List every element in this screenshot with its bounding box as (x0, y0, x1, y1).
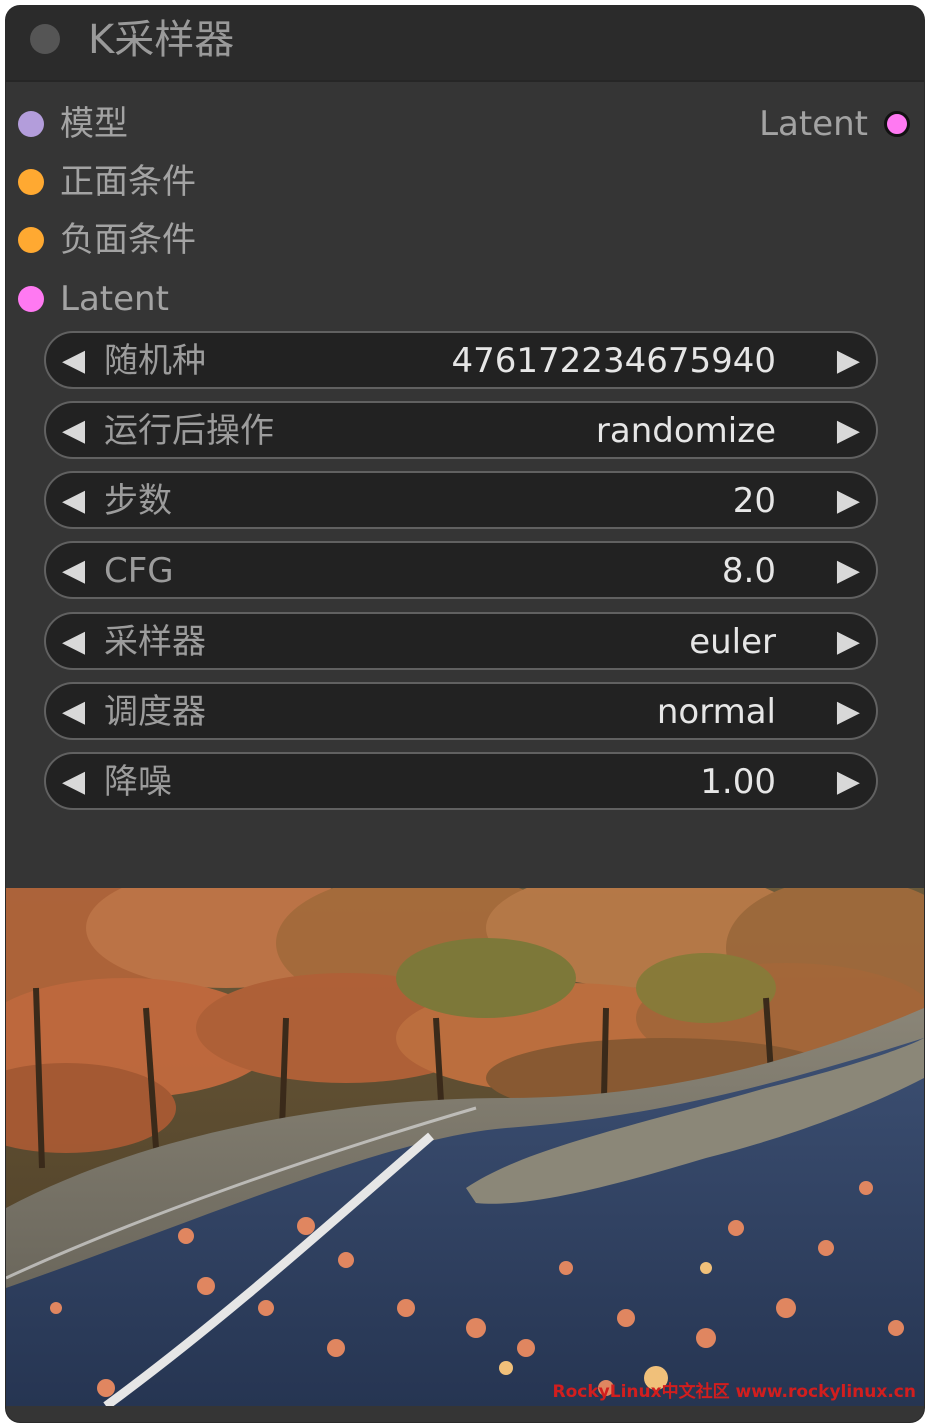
increment-arrow-icon[interactable]: ▶ (837, 696, 860, 728)
positive-connector-icon[interactable] (18, 169, 44, 195)
widget-value-cfg[interactable]: 8.0 (722, 549, 776, 593)
widget-label-cfg: CFG (104, 551, 174, 591)
node-title: K采样器 (88, 17, 235, 63)
widget-value-scheduler[interactable]: normal (657, 690, 776, 734)
output-label-latent: Latent (759, 104, 868, 144)
decrement-arrow-icon[interactable]: ◀ (62, 485, 85, 517)
widget-label-control: 运行后操作 (104, 411, 274, 451)
decrement-arrow-icon[interactable]: ◀ (62, 626, 85, 658)
widget-seed[interactable]: ◀ 随机种 476172234675940 ▶ (44, 331, 878, 389)
widget-value-sampler[interactable]: euler (689, 620, 776, 664)
autumn-road-picture (6, 888, 924, 1406)
input-label-model: 模型 (60, 104, 128, 144)
input-label-negative: 负面条件 (60, 220, 196, 260)
decrement-arrow-icon[interactable]: ◀ (62, 345, 85, 377)
widget-label-seed: 随机种 (104, 341, 206, 381)
widget-control-after-generate[interactable]: ◀ 运行后操作 randomize ▶ (44, 401, 878, 459)
input-slot-negative[interactable]: 负面条件 (6, 218, 406, 262)
increment-arrow-icon[interactable]: ▶ (837, 415, 860, 447)
widget-value-denoise[interactable]: 1.00 (700, 760, 776, 804)
latent-output-connector-icon[interactable] (884, 111, 910, 137)
output-slot-latent[interactable]: Latent (624, 102, 924, 146)
ksampler-node[interactable]: K采样器 模型 正面条件 负面条件 Latent Latent ◀ 随机种 47… (6, 6, 924, 1422)
widget-scheduler[interactable]: ◀ 调度器 normal ▶ (44, 682, 878, 740)
input-label-positive: 正面条件 (60, 162, 196, 202)
widget-label-scheduler: 调度器 (104, 692, 206, 732)
widget-steps[interactable]: ◀ 步数 20 ▶ (44, 471, 878, 529)
widget-cfg[interactable]: ◀ CFG 8.0 ▶ (44, 541, 878, 599)
input-label-latent: Latent (60, 279, 169, 319)
decrement-arrow-icon[interactable]: ◀ (62, 696, 85, 728)
widget-value-control[interactable]: randomize (596, 409, 776, 453)
increment-arrow-icon[interactable]: ▶ (837, 555, 860, 587)
decrement-arrow-icon[interactable]: ◀ (62, 555, 85, 587)
negative-connector-icon[interactable] (18, 227, 44, 253)
decrement-arrow-icon[interactable]: ◀ (62, 415, 85, 447)
input-slot-latent[interactable]: Latent (6, 277, 406, 321)
widget-sampler[interactable]: ◀ 采样器 euler ▶ (44, 612, 878, 670)
increment-arrow-icon[interactable]: ▶ (837, 485, 860, 517)
widget-label-steps: 步数 (104, 481, 172, 521)
widget-value-steps[interactable]: 20 (733, 479, 776, 523)
widget-label-sampler: 采样器 (104, 622, 206, 662)
increment-arrow-icon[interactable]: ▶ (837, 626, 860, 658)
decrement-arrow-icon[interactable]: ◀ (62, 766, 85, 798)
widget-value-seed[interactable]: 476172234675940 (452, 339, 776, 383)
latent-input-connector-icon[interactable] (18, 286, 44, 312)
watermark-text: RockyLinux中文社区 www.rockylinux.cn (552, 1382, 916, 1402)
collapse-dot-icon[interactable] (30, 24, 60, 54)
widget-denoise[interactable]: ◀ 降噪 1.00 ▶ (44, 752, 878, 810)
increment-arrow-icon[interactable]: ▶ (837, 766, 860, 798)
widget-label-denoise: 降噪 (104, 762, 172, 802)
increment-arrow-icon[interactable]: ▶ (837, 345, 860, 377)
input-slot-positive[interactable]: 正面条件 (6, 160, 406, 204)
preview-image: RockyLinux中文社区 www.rockylinux.cn (6, 888, 924, 1406)
model-connector-icon[interactable] (18, 111, 44, 137)
node-title-bar[interactable]: K采样器 (6, 6, 924, 82)
input-slot-model[interactable]: 模型 (6, 102, 406, 146)
